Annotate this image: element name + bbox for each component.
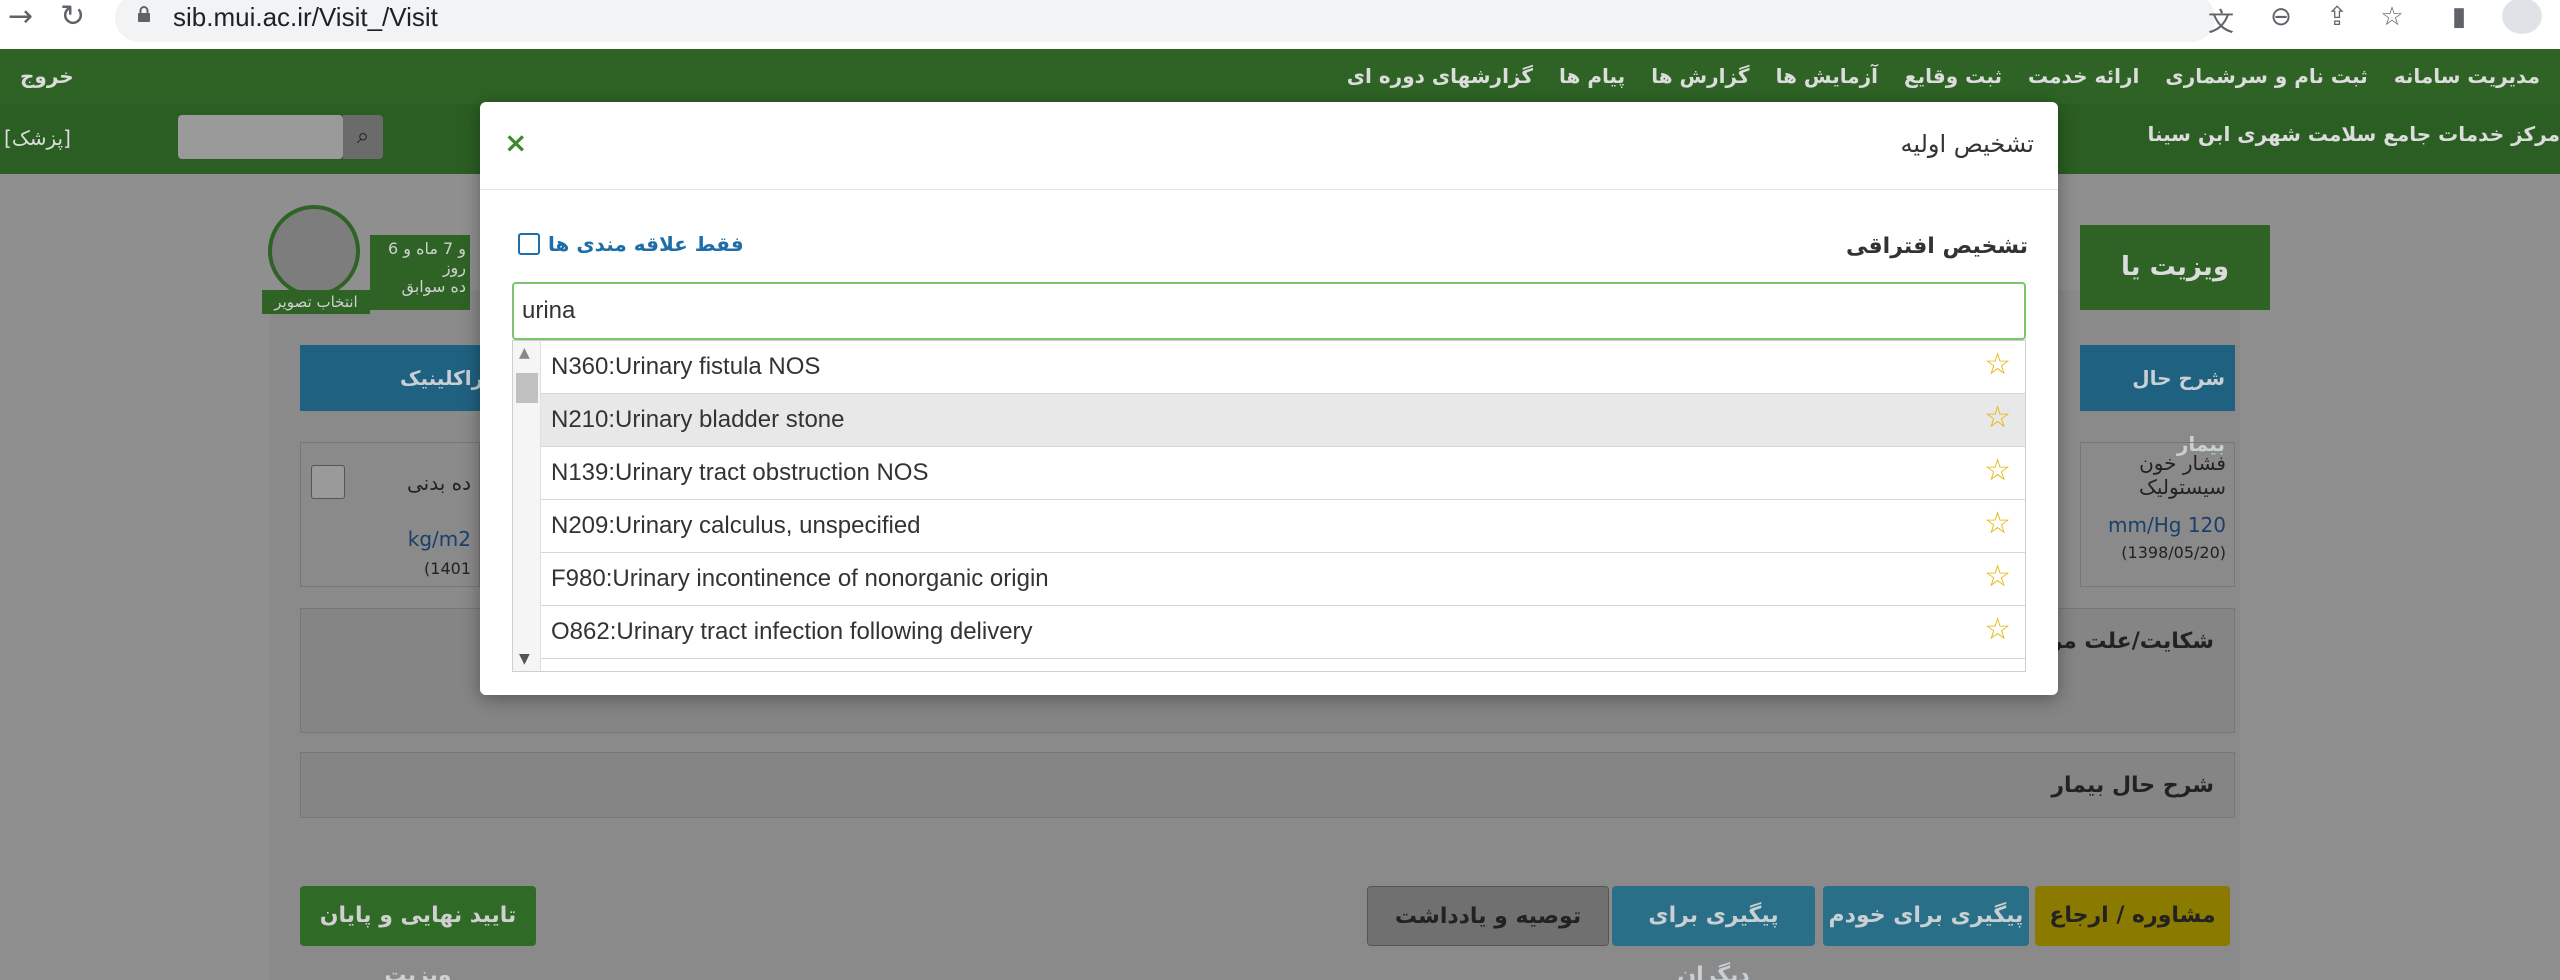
- bmi-value: kg/m2: [407, 527, 471, 551]
- bmi-label: ده بدنی: [406, 471, 471, 495]
- menu-item-system-management[interactable]: مدیریت سامانه: [2394, 64, 2540, 88]
- menu-item-registration[interactable]: ثبت نام و سرشماری: [2165, 64, 2367, 88]
- list-item[interactable]: N360:Urinary fistula NOS ☆: [541, 341, 2025, 394]
- tab-paraclinic-label: راکلینیک: [400, 366, 484, 390]
- browser-toolbar: → ↻ sib.mui.ac.ir/Visit_/Visit 文 ⊖ ⇪ ☆ ▮: [0, 0, 2560, 49]
- menu-item-tests[interactable]: آزمایش ها: [1776, 64, 1878, 88]
- close-icon[interactable]: ×: [504, 126, 527, 159]
- initial-diagnosis-modal: تشخیص اولیه × تشخیص افتراقی فقط علاقه من…: [480, 102, 2058, 695]
- scroll-thumb[interactable]: [516, 373, 538, 403]
- diagnosis-code: N210:Urinary bladder stone: [551, 406, 845, 433]
- logout-link[interactable]: خروج: [20, 64, 74, 88]
- patient-age: و 7 ماه و 6 روز: [388, 239, 466, 277]
- history-link[interactable]: ده سوابق: [374, 277, 466, 296]
- choose-photo-button[interactable]: انتخاب تصویر: [262, 290, 370, 314]
- tab-paraclinic[interactable]: راکلینیک: [300, 345, 490, 411]
- list-item[interactable]: N209:Urinary calculus, unspecified ☆: [541, 500, 2025, 553]
- differential-diagnosis-label: تشخیص افتراقی: [1846, 234, 2028, 259]
- modal-header: تشخیص اولیه ×: [480, 102, 2058, 190]
- list-item[interactable]: N139:Urinary tract obstruction NOS ☆: [541, 447, 2025, 500]
- menu-item-reports[interactable]: گزارش ها: [1651, 64, 1749, 88]
- diagnosis-search-input[interactable]: urina: [512, 282, 2026, 340]
- menu-item-events[interactable]: ثبت وقایع: [1904, 64, 2002, 88]
- diagnosis-code: N209:Urinary calculus, unspecified: [551, 512, 921, 539]
- menu-item-periodic-reports[interactable]: گزارشهای دوره ای: [1347, 64, 1533, 88]
- lock-icon: [138, 6, 150, 22]
- bmi-date: (1401: [424, 559, 471, 578]
- chart-icon[interactable]: [311, 465, 345, 499]
- referral-button[interactable]: مشاوره / ارجاع: [2035, 886, 2230, 946]
- doctor-label[interactable]: [پزشک]: [4, 126, 71, 150]
- top-navigation: مدیریت سامانه ثبت نام و سرشماری ارائه خد…: [0, 49, 2560, 104]
- scroll-down-icon[interactable]: ▼: [519, 651, 530, 667]
- diagnosis-code: N139:Urinary tract obstruction NOS: [551, 459, 929, 486]
- visit-tab[interactable]: ویزیت یا: [2080, 225, 2270, 310]
- bp-value: mm/Hg 120: [2108, 513, 2226, 537]
- patient-info: و 7 ماه و 6 روز ده سوابق: [370, 235, 470, 310]
- patient-history-section[interactable]: شرح حال بیمار: [300, 752, 2235, 818]
- favorite-star-icon[interactable]: ☆: [1984, 453, 2011, 488]
- bp-date: (1398/05/20): [2121, 543, 2226, 562]
- favorites-only-label[interactable]: فقط علاقه مندی ها: [548, 232, 744, 256]
- favorite-star-icon[interactable]: ☆: [1984, 506, 2011, 541]
- complaint-title: شکایت/علت مرا: [2041, 629, 2214, 654]
- avatar[interactable]: [268, 205, 360, 297]
- tab-patient-history[interactable]: شرح حال بیمار: [2080, 345, 2235, 456]
- favorite-star-icon[interactable]: ☆: [1984, 665, 2011, 671]
- blood-pressure-card: فشار خون سیستولیک mm/Hg 120 (1398/05/20): [2080, 442, 2235, 587]
- share-icon[interactable]: ⇪: [2320, 2, 2354, 32]
- main-menu: مدیریت سامانه ثبت نام و سرشماری ارائه خد…: [1347, 64, 2540, 88]
- list-item[interactable]: N210:Urinary bladder stone ☆: [541, 394, 2025, 447]
- reload-icon[interactable]: ↻: [60, 2, 85, 32]
- results-scrollbar[interactable]: ▲ ▼: [513, 341, 541, 671]
- diagnosis-code: O862:Urinary tract infection following d…: [551, 618, 1033, 645]
- zoom-out-icon[interactable]: ⊖: [2264, 2, 2298, 32]
- favorite-star-icon[interactable]: ☆: [1984, 612, 2011, 647]
- search-icon[interactable]: ⌕: [343, 115, 383, 159]
- diagnosis-results-list: ▲ ▼ N360:Urinary fistula NOS ☆ N210:Urin…: [512, 340, 2026, 672]
- favorite-star-icon[interactable]: ☆: [1984, 347, 2011, 382]
- followup-self-button[interactable]: پیگیری برای خودم: [1823, 886, 2029, 946]
- bmi-card: ده بدنی kg/m2 (1401: [300, 442, 480, 587]
- scroll-up-icon[interactable]: ▲: [519, 345, 530, 361]
- diagnosis-code: N360:Urinary fistula NOS: [551, 353, 821, 380]
- finish-visit-button[interactable]: تایید نهایی و پایان ویزیت: [300, 886, 536, 980]
- advice-notes-button[interactable]: توصیه و یادداشت: [1367, 886, 1609, 946]
- address-bar[interactable]: sib.mui.ac.ir/Visit_/Visit: [115, 0, 2215, 42]
- patient-search-input[interactable]: [178, 115, 343, 159]
- bp-label-2: سیستولیک: [2138, 475, 2226, 499]
- favorite-star-icon[interactable]: ☆: [1984, 559, 2011, 594]
- list-item[interactable]: ☆: [541, 659, 2025, 671]
- diagnosis-code: F980:Urinary incontinence of nonorganic …: [551, 565, 1049, 592]
- favorite-star-icon[interactable]: ☆: [1984, 400, 2011, 435]
- list-item[interactable]: F980:Urinary incontinence of nonorganic …: [541, 553, 2025, 606]
- menu-item-messages[interactable]: پیام ها: [1559, 64, 1625, 88]
- translate-icon[interactable]: 文: [2204, 2, 2238, 39]
- bookmark-star-icon[interactable]: ☆: [2375, 2, 2409, 32]
- health-center-name[interactable]: مرکز خدمات جامع سلامت شهری ابن سینا: [2147, 122, 2560, 146]
- bp-label-1: فشار خون: [2139, 451, 2226, 475]
- forward-icon[interactable]: →: [8, 2, 33, 32]
- url-text: sib.mui.ac.ir/Visit_/Visit: [173, 2, 438, 32]
- checkbox-box[interactable]: [518, 233, 540, 255]
- favorites-only-checkbox[interactable]: فقط علاقه مندی ها: [518, 232, 744, 256]
- profile-icon[interactable]: [2502, 0, 2542, 34]
- patient-history-title: شرح حال بیمار: [2051, 773, 2214, 798]
- followup-others-button[interactable]: پیگیری برای دیگران: [1612, 886, 1815, 980]
- modal-title: تشخیص اولیه: [1900, 130, 2034, 158]
- sidepanel-icon[interactable]: ▮: [2442, 2, 2476, 32]
- list-item[interactable]: O862:Urinary tract infection following d…: [541, 606, 2025, 659]
- menu-item-service[interactable]: ارائه خدمت: [2028, 64, 2139, 88]
